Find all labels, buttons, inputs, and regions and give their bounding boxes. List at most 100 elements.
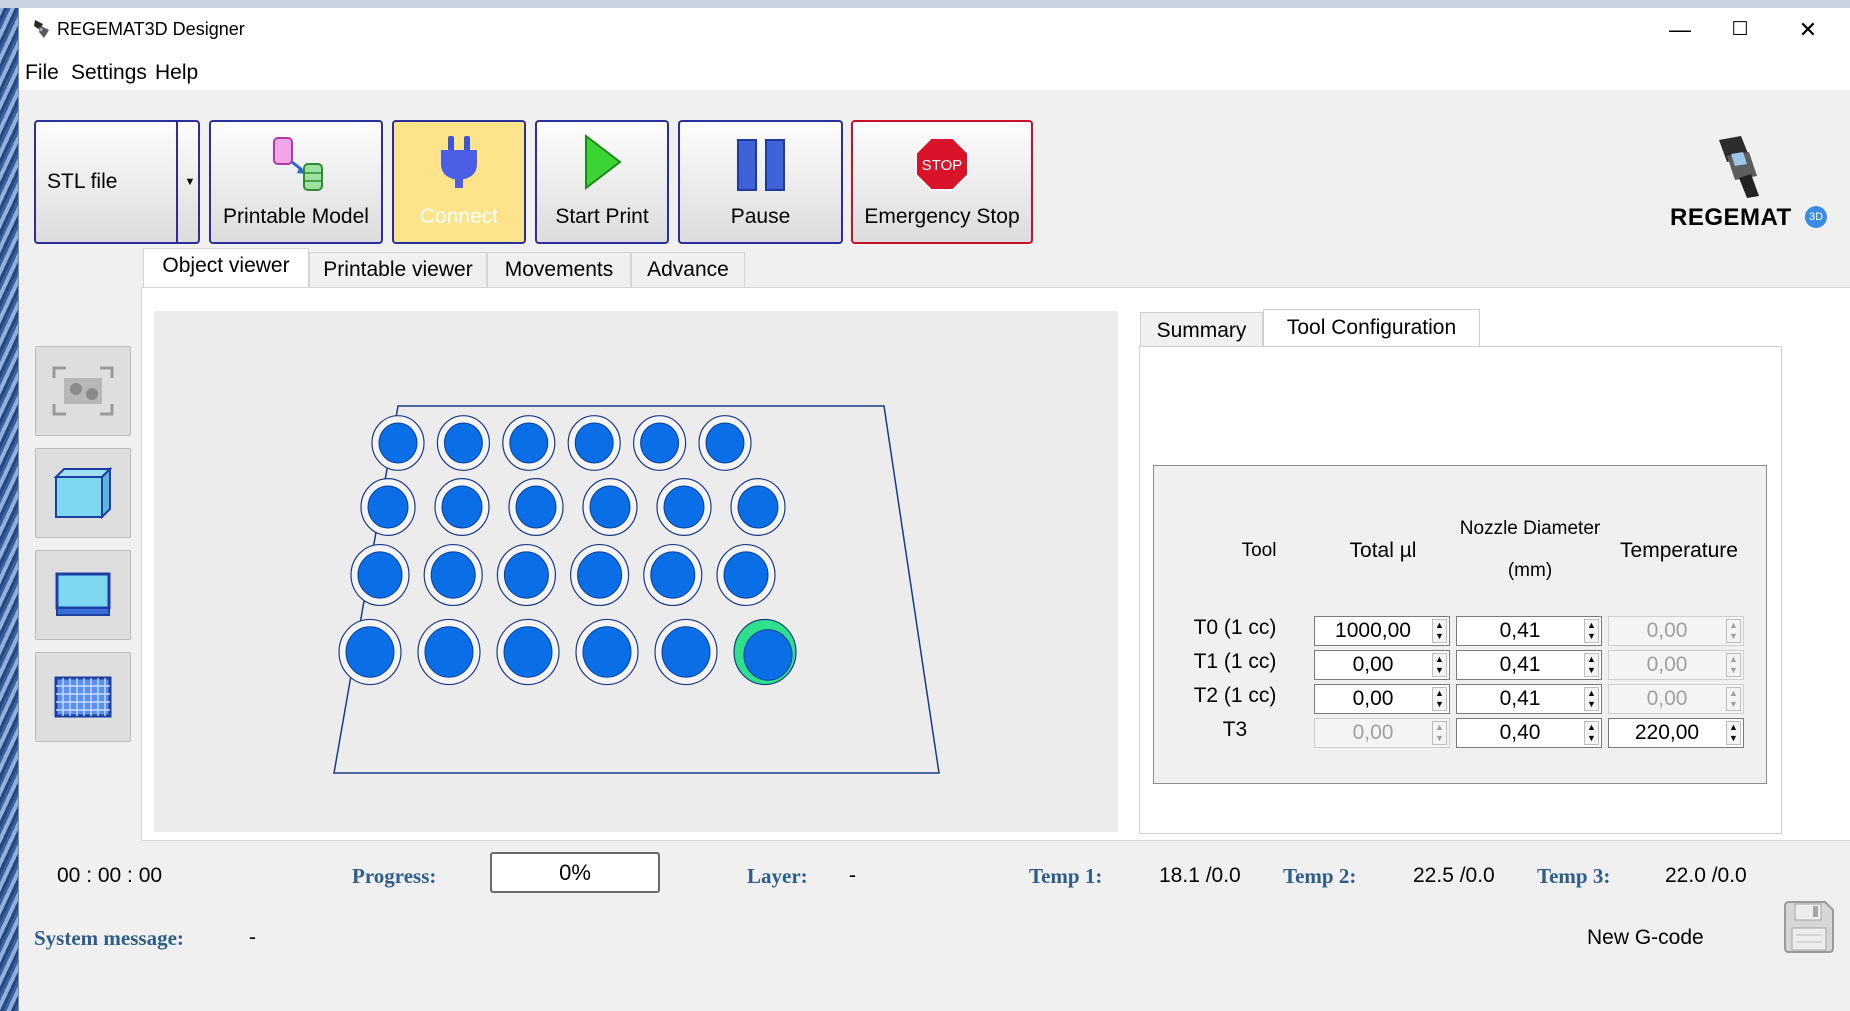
total-input-t0[interactable]: 1000,00 ▲ ▼ <box>1314 616 1450 646</box>
spinner-arrows-icon[interactable]: ▲ ▼ <box>1584 687 1599 711</box>
chevron-down-icon[interactable]: ▼ <box>182 122 198 242</box>
fit-view-button[interactable] <box>35 346 131 436</box>
header-nozzle: Nozzle Diameter <box>1459 518 1601 539</box>
spinner-arrows-icon: ▲ ▼ <box>1726 687 1741 711</box>
layer-label: Layer: <box>747 864 808 888</box>
spinner-arrows-icon[interactable]: ▲ ▼ <box>1726 721 1741 745</box>
nozzle-input-t3[interactable]: 0,40 ▲ ▼ <box>1456 718 1602 748</box>
spinner-arrows-icon[interactable]: ▲ ▼ <box>1584 653 1599 677</box>
tab-tool-configuration[interactable]: Tool Configuration <box>1263 309 1480 347</box>
nozzle-value: 0,41 <box>1499 619 1541 642</box>
temperature-input-t1: 0,00 ▲ ▼ <box>1608 650 1744 680</box>
row-tool-t1: T1 (1 cc) <box>1193 650 1277 673</box>
tool-table: Tool Total µl Nozzle Diameter (mm) Tempe… <box>1153 465 1767 784</box>
close-button[interactable]: ✕ <box>1777 8 1839 52</box>
minimize-button[interactable]: — <box>1649 8 1711 52</box>
start-print-button[interactable]: Start Print <box>535 120 669 244</box>
elapsed-time: 00 : 00 : 00 <box>57 864 163 887</box>
well-fill <box>424 626 474 678</box>
temperature-value: 0,00 <box>1646 687 1688 710</box>
temperature-input-t3[interactable]: 220,00 ▲ ▼ <box>1608 718 1744 748</box>
well-fill <box>345 626 395 678</box>
front-view-icon <box>55 572 111 616</box>
well-fill <box>582 626 632 678</box>
top-view-button[interactable] <box>35 652 131 742</box>
well-fill <box>589 485 631 529</box>
tab-summary[interactable]: Summary <box>1140 312 1263 349</box>
row-tool-t2: T2 (1 cc) <box>1193 684 1277 707</box>
well-fill <box>737 485 779 529</box>
3d-view-button[interactable] <box>35 448 131 538</box>
well-fill <box>430 551 476 599</box>
well-fill <box>378 422 418 464</box>
desktop-strip <box>0 0 1850 8</box>
menu-settings[interactable]: Settings <box>71 62 147 84</box>
play-icon <box>585 134 622 190</box>
save-gcode-icon[interactable] <box>1783 900 1835 954</box>
3d-viewport[interactable] <box>154 311 1118 832</box>
tab-printable-viewer[interactable]: Printable viewer <box>309 252 487 288</box>
stop-sign-text: STOP <box>922 157 963 174</box>
total-value: 0,00 <box>1352 653 1394 676</box>
nozzle-input-t1[interactable]: 0,41 ▲ ▼ <box>1456 650 1602 680</box>
spinner-arrows-icon[interactable]: ▲ ▼ <box>1584 619 1599 643</box>
well-fill <box>640 422 680 464</box>
select-divider <box>176 122 178 242</box>
well-fill <box>743 629 793 681</box>
well-fill <box>441 485 483 529</box>
progress-label: Progress: <box>352 864 437 888</box>
nozzle-input-t0[interactable]: 0,41 ▲ ▼ <box>1456 616 1602 646</box>
temp2-value: 22.5 /0.0 <box>1413 864 1495 887</box>
spinner-arrows-icon[interactable]: ▲ ▼ <box>1432 619 1447 643</box>
pause-label: Pause <box>730 205 791 228</box>
well-fill <box>503 551 549 599</box>
nozzle-value: 0,40 <box>1499 721 1541 744</box>
title-bar: REGEMAT3D Designer — ☐ ✕ <box>19 8 1850 52</box>
spinner-arrows-icon: ▲ ▼ <box>1726 619 1741 643</box>
total-input-t1[interactable]: 0,00 ▲ ▼ <box>1314 650 1450 680</box>
well-fill <box>723 551 769 599</box>
spinner-arrows-icon[interactable]: ▲ ▼ <box>1432 653 1447 677</box>
spinner-arrows-icon[interactable]: ▲ ▼ <box>1432 687 1447 711</box>
total-value: 1000,00 <box>1335 619 1411 642</box>
temp1-label: Temp 1: <box>1029 864 1103 888</box>
pause-button[interactable]: Pause <box>678 120 843 244</box>
tab-object-viewer[interactable]: Object viewer <box>143 248 309 288</box>
well-fill <box>515 485 557 529</box>
start-print-label: Start Print <box>555 205 649 228</box>
desktop-background <box>0 0 18 1011</box>
nozzle-input-t2[interactable]: 0,41 ▲ ▼ <box>1456 684 1602 714</box>
stl-file-select[interactable]: STL file ▼ <box>34 120 200 244</box>
temperature-value: 0,00 <box>1646 619 1688 642</box>
menu-file[interactable]: File <box>25 62 59 84</box>
temp3-label: Temp 3: <box>1537 864 1611 888</box>
tab-movements[interactable]: Movements <box>487 252 631 288</box>
progress-bar: 0% <box>490 852 660 893</box>
temperature-input-t0: 0,00 ▲ ▼ <box>1608 616 1744 646</box>
header-tool: Tool <box>1241 540 1277 561</box>
plug-icon <box>441 136 477 188</box>
tab-advance[interactable]: Advance <box>631 252 745 288</box>
front-view-button[interactable] <box>35 550 131 640</box>
total-input-t3: 0,00 ▲ ▼ <box>1314 718 1450 748</box>
temperature-input-t2: 0,00 ▲ ▼ <box>1608 684 1744 714</box>
well-fill <box>367 485 409 529</box>
stop-sign-icon: STOP <box>915 137 969 191</box>
printable-model-button[interactable]: Printable Model <box>209 120 383 244</box>
temperature-value: 220,00 <box>1634 721 1700 744</box>
regemat-logo-icon <box>1719 136 1759 198</box>
well-plate-model <box>333 405 940 774</box>
well-fill <box>357 551 403 599</box>
row-tool-t0: T0 (1 cc) <box>1193 616 1277 639</box>
menu-help[interactable]: Help <box>155 62 198 84</box>
fit-view-icon <box>52 366 114 416</box>
total-input-t2[interactable]: 0,00 ▲ ▼ <box>1314 684 1450 714</box>
connect-button[interactable]: Connect <box>392 120 526 244</box>
spinner-arrows-icon[interactable]: ▲ ▼ <box>1584 721 1599 745</box>
nozzle-value: 0,41 <box>1499 653 1541 676</box>
emergency-stop-button[interactable]: STOP Emergency Stop <box>851 120 1033 244</box>
maximize-button[interactable]: ☐ <box>1709 8 1771 52</box>
header-total: Total µl <box>1349 539 1417 562</box>
logo-3d-badge: 3D <box>1805 206 1827 228</box>
well-fill <box>509 422 549 464</box>
